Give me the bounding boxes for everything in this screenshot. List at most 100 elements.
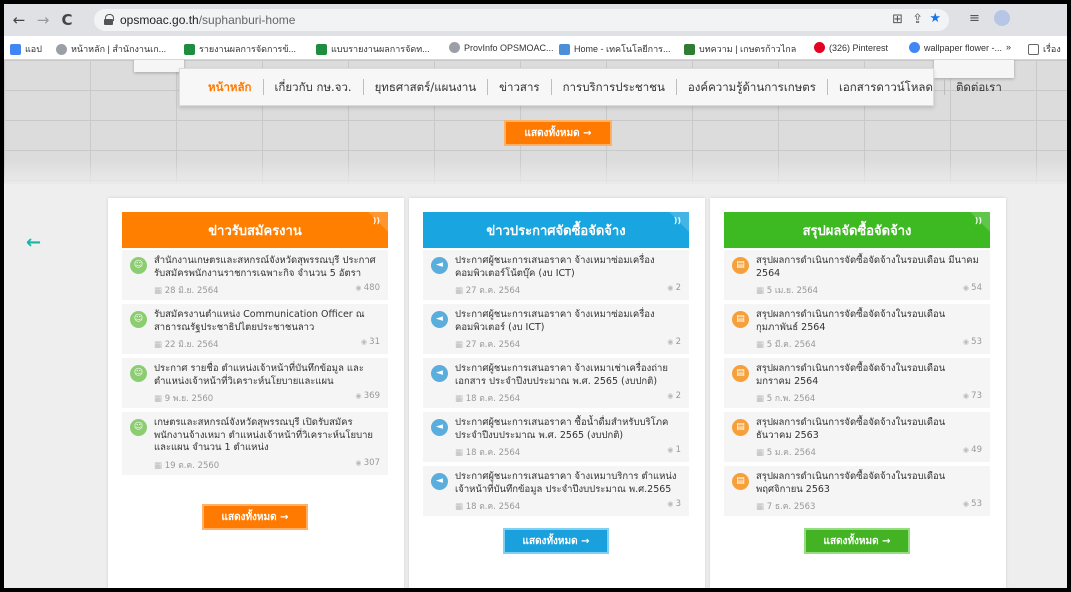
globe-icon (449, 42, 460, 53)
translate-icon[interactable]: ⊞ (892, 12, 903, 27)
menu-item-contact[interactable]: ติดต่อเรา (943, 79, 1013, 95)
bookmark-item[interactable]: ProvInfo OPSMOAC... (449, 42, 554, 53)
menu-item-strategy[interactable]: ยุทธศาสตร์/แผนงาน (362, 79, 488, 95)
item-date: 5 ม.ค. 2564 (756, 445, 816, 459)
item-title[interactable]: สำนักงานเกษตรและสหกรณ์จังหวัดสุพรรณบุรี … (154, 255, 380, 280)
reload-button[interactable]: C (58, 11, 76, 29)
menu-item-about[interactable]: เกี่ยวกับ กษ.จว. (262, 79, 363, 95)
list-item[interactable]: ☺ เกษตรและสหกรณ์จังหวัดสุพรรณบุรี เปิดรั… (122, 412, 388, 475)
item-title[interactable]: ประกาศ รายชื่อ ตำแหน่งเจ้าหน้าที่บันทึกข… (154, 363, 380, 388)
item-title[interactable]: เกษตรและสหกรณ์จังหวัดสุพรรณบุรี เปิดรับส… (154, 417, 380, 455)
sheets-icon (184, 43, 195, 55)
megaphone-icon: ◄ (431, 473, 448, 490)
bookmark-item[interactable]: หน้าหลัก | สำนักงานเก... (56, 42, 166, 56)
megaphone-icon: ◄ (431, 365, 448, 382)
sheets-icon (316, 43, 327, 55)
site-icon (559, 43, 570, 55)
show-all-button[interactable]: แสดงทั้งหมด → (202, 504, 308, 530)
bookmark-pinterest[interactable]: (326) Pinterest (814, 42, 888, 53)
item-title[interactable]: ประกาศผู้ชนะการเสนอราคา จ้างเหมาซ่อมเครื… (455, 309, 681, 334)
list-item[interactable]: ▤ สรุปผลการดำเนินการจัดซื้อจัดจ้างในรอบเ… (724, 412, 990, 462)
item-title[interactable]: สรุปผลการดำเนินการจัดซื้อจัดจ้างในรอบเดื… (756, 471, 982, 496)
list-item[interactable]: ▤ สรุปผลการดำเนินการจัดซื้อจัดจ้างในรอบเ… (724, 304, 990, 354)
list-item[interactable]: ◄ ประกาศผู้ชนะการเสนอราคา ซื้อน้ำดื่มสำห… (423, 412, 689, 462)
document-icon: ▤ (732, 257, 749, 274)
item-title[interactable]: สรุปผลการดำเนินการจัดซื้อจัดจ้างในรอบเดื… (756, 255, 982, 280)
item-title[interactable]: ประกาศผู้ชนะการเสนอราคา จ้างเหมาซ่อมเครื… (455, 255, 681, 280)
arrow-left-icon[interactable]: ← (26, 232, 41, 253)
jobs-list: ☺ สำนักงานเกษตรและสหกรณ์จังหวัดสุพรรณบุร… (122, 250, 388, 479)
rss-icon[interactable]: )) (674, 216, 681, 225)
show-all-button[interactable]: แสดงทั้งหมด → (504, 120, 612, 146)
item-date: 28 มิ.ย. 2564 (154, 283, 219, 297)
google-icon (909, 42, 920, 53)
share-icon[interactable]: ⇪ (912, 12, 923, 27)
bookmark-item[interactable]: wallpaper flower -... (909, 42, 1002, 53)
megaphone-icon: ◄ (431, 311, 448, 328)
url-text: opsmoac.go.th/suphanburi-home (120, 13, 296, 27)
list-item[interactable]: ☺ ประกาศ รายชื่อ ตำแหน่งเจ้าหน้าที่บันทึ… (122, 358, 388, 408)
item-views: 49 (963, 445, 982, 459)
item-views: 2 (667, 337, 681, 351)
bookmark-item[interactable]: บทความ | เกษตรก้าวไกล (684, 42, 796, 56)
bookmarks-bar: แอป หน้าหลัก | สำนักงานเก... รายงานผลการ… (4, 36, 1067, 60)
item-title[interactable]: ประกาศผู้ชนะการเสนอราคา ซื้อน้ำดื่มสำหรั… (455, 417, 681, 442)
profile-avatar[interactable] (994, 10, 1010, 26)
list-item[interactable]: ◄ ประกาศผู้ชนะการเสนอราคา จ้างเหมาซ่อมเค… (423, 250, 689, 300)
list-item[interactable]: ▤ สรุปผลการดำเนินการจัดซื้อจัดจ้างในรอบเ… (724, 250, 990, 300)
reading-list-icon[interactable]: ≡ (969, 11, 980, 26)
bookmarks-more-button[interactable]: » (1006, 42, 1011, 52)
list-item[interactable]: ◄ ประกาศผู้ชนะการเสนอราคา จ้างเหมาบริการ… (423, 466, 689, 516)
jobs-panel-header: )) ข่าวรับสมัครงาน (122, 212, 388, 248)
item-views: 480 (355, 283, 380, 297)
show-all-button[interactable]: แสดงทั้งหมด → (503, 528, 609, 554)
list-item[interactable]: ☺ รับสมัครงานตำแหน่ง Communication Offic… (122, 304, 388, 354)
list-item[interactable]: ☺ สำนักงานเกษตรและสหกรณ์จังหวัดสุพรรณบุร… (122, 250, 388, 300)
bookmark-item[interactable]: Home - เทคโนโลยีการ... (559, 42, 670, 56)
rss-icon[interactable]: )) (373, 216, 380, 225)
bookmark-apps[interactable]: แอป (10, 42, 42, 56)
user-icon: ☺ (130, 365, 147, 382)
document-icon: ▤ (732, 365, 749, 382)
item-title[interactable]: สรุปผลการดำเนินการจัดซื้อจัดจ้างในรอบเดื… (756, 309, 982, 334)
menu-item-knowledge[interactable]: องค์ความรู้ด้านการเกษตร (675, 79, 827, 95)
page-content: หน้าหลัก เกี่ยวกับ กษ.จว. ยุทธศาสตร์/แผน… (4, 60, 1067, 588)
reading-list-icon (1028, 43, 1039, 55)
rss-icon[interactable]: )) (975, 216, 982, 225)
list-item[interactable]: ▤ สรุปผลการดำเนินการจัดซื้อจัดจ้างในรอบเ… (724, 358, 990, 408)
show-all-button[interactable]: แสดงทั้งหมด → (804, 528, 910, 554)
item-date: 18 ต.ค. 2564 (455, 445, 520, 459)
panel-title: ข่าวประกาศจัดซื้อจัดจ้าง (486, 223, 626, 239)
item-title[interactable]: ประกาศผู้ชนะการเสนอราคา จ้างเหมาเช่าเครื… (455, 363, 681, 388)
procurement-summary-panel-header: )) สรุปผลจัดซื้อจัดจ้าง (724, 212, 990, 248)
megaphone-icon: ◄ (431, 419, 448, 436)
user-icon: ☺ (130, 419, 147, 436)
procurement-panel: )) ข่าวประกาศจัดซื้อจัดจ้าง ◄ ประกาศผู้ช… (409, 198, 705, 588)
item-date: 5 มี.ค. 2564 (756, 337, 816, 351)
address-bar[interactable]: opsmoac.go.th/suphanburi-home ⊞ ⇪ ★ (94, 9, 949, 31)
list-item[interactable]: ◄ ประกาศผู้ชนะการเสนอราคา จ้างเหมาซ่อมเค… (423, 304, 689, 354)
list-item[interactable]: ◄ ประกาศผู้ชนะการเสนอราคา จ้างเหมาเช่าเค… (423, 358, 689, 408)
forward-button[interactable]: → (34, 11, 52, 29)
bookmark-item[interactable]: แบบรายงานผลการจัดท... (316, 42, 430, 56)
item-title[interactable]: สรุปผลการดำเนินการจัดซื้อจัดจ้างในรอบเดื… (756, 363, 982, 388)
item-title[interactable]: สรุปผลการดำเนินการจัดซื้อจัดจ้างในรอบเดื… (756, 417, 982, 442)
item-date: 5 ก.พ. 2564 (756, 391, 816, 405)
bookmark-star-icon[interactable]: ★ (929, 11, 941, 26)
browser-window: ← → C opsmoac.go.th/suphanburi-home ⊞ ⇪ … (4, 4, 1067, 588)
menu-item-downloads[interactable]: เอกสารดาวน์โหลด (826, 79, 944, 95)
item-views: 1 (667, 445, 681, 459)
menu-item-news[interactable]: ข่าวสาร (487, 79, 550, 95)
list-item[interactable]: ▤ สรุปผลการดำเนินการจัดซื้อจัดจ้างในรอบเ… (724, 466, 990, 516)
menu-item-home[interactable]: หน้าหลัก (196, 79, 263, 95)
item-views: 31 (361, 337, 380, 351)
document-icon: ▤ (732, 473, 749, 490)
item-views: 53 (963, 337, 982, 351)
menu-item-public-service[interactable]: การบริการประชาชน (550, 79, 676, 95)
item-title[interactable]: รับสมัครงานตำแหน่ง Communication Officer… (154, 309, 380, 334)
back-button[interactable]: ← (10, 11, 28, 29)
item-date: 27 ต.ค. 2564 (455, 337, 520, 351)
reading-list-button[interactable]: เรื่อง (1028, 42, 1061, 56)
bookmark-item[interactable]: รายงานผลการจัดการข้... (184, 42, 296, 56)
item-title[interactable]: ประกาศผู้ชนะการเสนอราคา จ้างเหมาบริการ ต… (455, 471, 681, 496)
